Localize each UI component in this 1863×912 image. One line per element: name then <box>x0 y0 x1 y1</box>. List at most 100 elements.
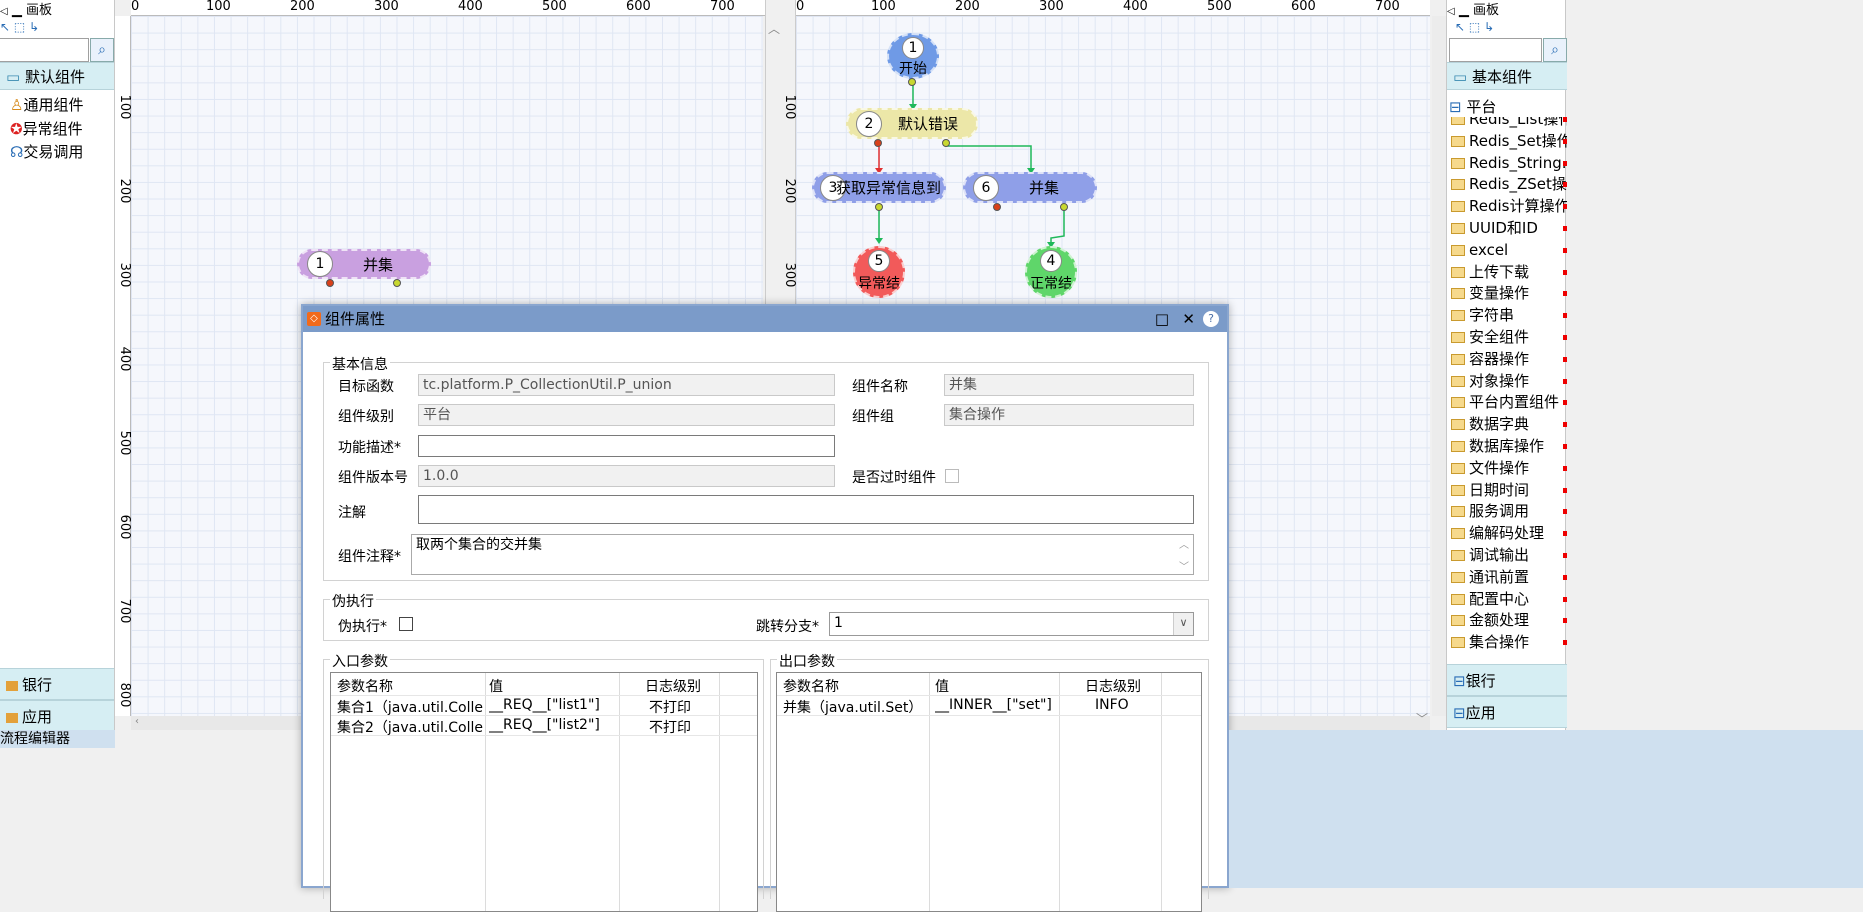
left-union-node[interactable]: 1 并集 <box>297 249 431 279</box>
param-name-cell[interactable]: 集合2（java.util.Colle... <box>337 717 483 737</box>
minimize-icon[interactable]: ▁ <box>12 3 22 18</box>
comp-group-field[interactable]: 集合操作 <box>944 404 1194 426</box>
left-palette-search-input[interactable] <box>0 38 89 62</box>
platform-list-item[interactable]: 字符串 <box>1451 305 1567 327</box>
dialog-titlebar[interactable]: ◇ 组件属性 □ ✕ ? <box>303 306 1227 332</box>
edge-error-to-union[interactable] <box>945 143 1032 170</box>
right-palette-search-input[interactable] <box>1449 38 1542 62</box>
scroll-down-icon[interactable]: ﹀ <box>1179 558 1189 573</box>
get-exception-node[interactable]: 3 获取异常信息到 <box>812 172 946 203</box>
platform-list-item[interactable]: Redis_String... <box>1451 153 1567 175</box>
platform-list-item[interactable]: 变量操作 <box>1451 283 1567 305</box>
param-value-cell[interactable]: __REQ__["list1"] <box>489 697 600 713</box>
column-header[interactable]: 日志级别 <box>645 676 701 696</box>
comp-level-field[interactable]: 平台 <box>418 404 835 426</box>
collapse-icon[interactable]: ◁ <box>1447 6 1455 17</box>
version-field[interactable]: 1.0.0 <box>418 465 835 487</box>
tree-item-general[interactable]: ♙通用组件 <box>10 92 83 118</box>
connection-tool-icon[interactable]: ↳ <box>1484 20 1494 34</box>
left-search-icon[interactable]: ⌕ <box>90 38 114 62</box>
platform-list-item[interactable]: 配置中心 <box>1451 589 1567 611</box>
select-tool-icon[interactable]: ↖ <box>1455 20 1465 34</box>
param-name-cell[interactable]: 并集（java.util.Set） <box>783 697 927 717</box>
minimize-icon[interactable]: ▁ <box>1459 3 1469 18</box>
connection-tool-icon[interactable]: ↳ <box>29 20 39 34</box>
column-header[interactable]: 日志级别 <box>1085 676 1141 696</box>
comp-name-field[interactable]: 并集 <box>944 374 1194 396</box>
drawer-basic-components[interactable]: ▭ 基本组件 <box>1447 62 1567 90</box>
platform-list-item[interactable]: 通讯前置 <box>1451 567 1567 589</box>
right-v-scrollbar[interactable] <box>1432 16 1446 716</box>
branch-select[interactable]: 1 ∨ <box>829 612 1194 636</box>
drawer-bank[interactable]: 银行 <box>0 668 114 700</box>
column-header[interactable]: 值 <box>489 676 503 696</box>
platform-list-item[interactable]: 调试输出 <box>1451 545 1567 567</box>
collapse-icon[interactable]: ◁ <box>0 6 8 17</box>
error-end-node[interactable]: 5 异常结 <box>853 246 905 298</box>
edge-union-to-ok-end[interactable] <box>1050 207 1065 244</box>
drawer-app[interactable]: 应用 <box>0 700 114 732</box>
column-header[interactable]: 参数名称 <box>783 676 839 696</box>
deprecated-checkbox[interactable] <box>945 469 959 483</box>
help-icon[interactable]: ? <box>1203 311 1219 327</box>
log-level-cell[interactable]: INFO <box>1095 697 1129 713</box>
close-icon[interactable]: ✕ <box>1182 306 1195 332</box>
platform-list-item[interactable]: 安全组件 <box>1451 327 1567 349</box>
log-level-cell[interactable]: 不打印 <box>649 717 691 737</box>
platform-list-item[interactable]: Redis计算操作 <box>1451 196 1567 218</box>
platform-list-item[interactable]: Redis_Set操作 <box>1451 131 1567 153</box>
default-error-node[interactable]: 2 默认错误 <box>846 108 978 139</box>
scroll-up-icon[interactable]: ︿ <box>1179 536 1189 551</box>
success-port[interactable] <box>875 203 883 211</box>
chevron-down-icon[interactable]: ∨ <box>1173 613 1193 635</box>
right-search-icon[interactable]: ⌕ <box>1543 38 1567 62</box>
marquee-tool-icon[interactable]: ⬚ <box>1469 20 1480 34</box>
success-port[interactable] <box>942 139 950 147</box>
platform-list-item[interactable]: 平台内置组件 <box>1451 392 1567 414</box>
marquee-tool-icon[interactable]: ⬚ <box>14 20 25 34</box>
union-node[interactable]: 6 并集 <box>963 172 1097 203</box>
success-port[interactable] <box>1060 203 1068 211</box>
scroll-down-icon[interactable]: ﹀ <box>1416 710 1428 727</box>
ok-end-node[interactable]: 4 正常结 <box>1025 246 1077 298</box>
platform-list-item[interactable]: 对象操作 <box>1451 371 1567 393</box>
scroll-up-icon[interactable]: ︿ <box>768 20 780 37</box>
note-field[interactable] <box>418 495 1194 524</box>
scroll-left-icon[interactable]: ‹ <box>135 716 139 727</box>
section-platform[interactable]: ⊟ 平台 <box>1449 96 1496 118</box>
platform-list-item[interactable]: 文件操作 <box>1451 458 1567 480</box>
target-func-field[interactable]: tc.platform.P_CollectionUtil.P_union <box>418 374 835 396</box>
flow-editor-tab[interactable]: 流程编辑器 <box>0 730 115 748</box>
platform-list-item[interactable]: Redis_List操作 <box>1451 117 1567 131</box>
platform-list-item[interactable]: 上传下载 <box>1451 262 1567 284</box>
platform-list-item[interactable]: 金额处理 <box>1451 610 1567 632</box>
error-port[interactable] <box>326 279 334 287</box>
desc-field[interactable] <box>418 435 835 457</box>
maximize-icon[interactable]: □ <box>1155 306 1169 332</box>
platform-list-item[interactable]: 日期时间 <box>1451 480 1567 502</box>
tree-item-transaction-call[interactable]: ☊交易调用 <box>10 141 83 164</box>
drawer-bank[interactable]: ⊟银行 <box>1447 664 1567 696</box>
select-tool-icon[interactable]: ↖ <box>0 20 10 34</box>
pseudo-exec-checkbox[interactable] <box>399 617 413 631</box>
param-value-cell[interactable]: __INNER__["set"] <box>935 697 1052 713</box>
param-name-cell[interactable]: 集合1（java.util.Colle... <box>337 697 483 717</box>
drawer-default-components[interactable]: ▭ 默认组件 <box>0 62 114 90</box>
platform-list-item[interactable]: excel <box>1451 240 1567 262</box>
platform-list-item[interactable]: 集合操作 <box>1451 632 1567 654</box>
platform-list-item[interactable]: UUID和ID <box>1451 218 1567 240</box>
drawer-app[interactable]: ⊟应用 <box>1447 696 1567 728</box>
platform-list-item[interactable]: 容器操作 <box>1451 349 1567 371</box>
column-header[interactable]: 值 <box>935 676 949 696</box>
platform-list-item[interactable]: 数据库操作 <box>1451 436 1567 458</box>
tree-item-exception[interactable]: ✪异常组件 <box>10 118 83 141</box>
param-value-cell[interactable]: __REQ__["list2"] <box>489 717 600 733</box>
platform-list-item[interactable]: 编解码处理 <box>1451 523 1567 545</box>
comment-textarea[interactable]: 取两个集合的交并集 <box>411 534 1194 575</box>
error-port[interactable] <box>874 139 882 147</box>
platform-list-item[interactable]: 服务调用 <box>1451 501 1567 523</box>
error-port[interactable] <box>993 203 1001 211</box>
success-port[interactable] <box>908 78 916 86</box>
column-header[interactable]: 参数名称 <box>337 676 393 696</box>
log-level-cell[interactable]: 不打印 <box>649 697 691 717</box>
